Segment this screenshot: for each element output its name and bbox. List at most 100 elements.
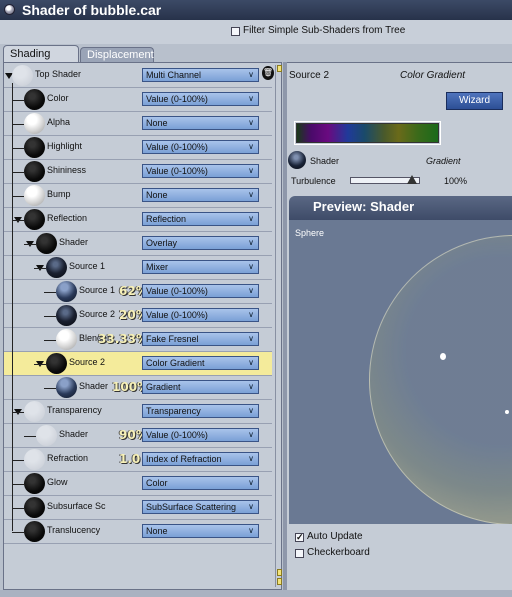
- dropdown-value: Value (0-100%): [146, 286, 208, 296]
- chevron-down-icon[interactable]: ∨: [246, 406, 256, 416]
- shader-type-dropdown[interactable]: Value (0-100%) ∨: [142, 92, 259, 106]
- tree-row[interactable]: Shader 100% Gradient ∨: [4, 376, 272, 400]
- shader-value[interactable]: Gradient: [426, 156, 461, 166]
- color-gradient-bar[interactable]: [296, 123, 439, 143]
- shader-type-dropdown[interactable]: Gradient ∨: [142, 380, 259, 394]
- chevron-down-icon[interactable]: ∨: [246, 358, 256, 368]
- tree-row[interactable]: Source 2 Color Gradient ∨: [4, 352, 272, 376]
- shader-ball-icon: [12, 65, 33, 86]
- shader-type-dropdown[interactable]: None ∨: [142, 116, 259, 130]
- chevron-down-icon[interactable]: ∨: [246, 478, 256, 488]
- shader-type-dropdown[interactable]: Multi Channel ∨: [142, 68, 259, 82]
- shader-ball-icon: [24, 473, 45, 494]
- tree-row-label: Color: [47, 93, 69, 103]
- tree-row[interactable]: Source 1 62% Value (0-100%) ∨: [4, 280, 272, 304]
- tree-row[interactable]: Top Shader Multi Channel ∨: [4, 64, 272, 88]
- chevron-down-icon[interactable]: ∨: [246, 286, 256, 296]
- tree-row[interactable]: Alpha None ∨: [4, 112, 272, 136]
- shader-type-dropdown[interactable]: Mixer ∨: [142, 260, 259, 274]
- preview-shape-label[interactable]: Sphere: [295, 228, 324, 238]
- shader-type-dropdown[interactable]: None ∨: [142, 524, 259, 538]
- chevron-down-icon[interactable]: ∨: [246, 334, 256, 344]
- scroll-end-arrow[interactable]: [277, 578, 282, 585]
- tree-row[interactable]: Shader 90% Value (0-100%) ∨: [4, 424, 272, 448]
- trash-icon[interactable]: 🗑: [262, 66, 274, 80]
- shader-type-dropdown[interactable]: Color ∨: [142, 476, 259, 490]
- tree-trunk-line: [12, 83, 13, 531]
- chevron-down-icon[interactable]: ∨: [246, 190, 256, 200]
- shader-type-dropdown[interactable]: None ∨: [142, 188, 259, 202]
- tree-row[interactable]: Source 2 20% Value (0-100%) ∨: [4, 304, 272, 328]
- chevron-down-icon[interactable]: ∨: [246, 70, 256, 80]
- shader-ball-icon: [24, 521, 45, 542]
- tree-row[interactable]: Color Value (0-100%) ∨: [4, 88, 272, 112]
- dropdown-value: Value (0-100%): [146, 310, 208, 320]
- tree-connector: [12, 172, 24, 173]
- shader-ball-icon: [24, 497, 45, 518]
- chevron-down-icon[interactable]: ∨: [246, 118, 256, 128]
- chevron-down-icon[interactable]: ∨: [246, 502, 256, 512]
- turbulence-value: 100%: [444, 176, 468, 186]
- chevron-down-icon[interactable]: ∨: [246, 454, 256, 464]
- chevron-down-icon[interactable]: ∨: [246, 262, 256, 272]
- shader-type-dropdown[interactable]: Color Gradient ∨: [142, 356, 259, 370]
- chevron-down-icon[interactable]: ∨: [246, 526, 256, 536]
- preview-area[interactable]: Sphere: [289, 220, 512, 524]
- shader-type-dropdown[interactable]: Value (0-100%) ∨: [142, 308, 259, 322]
- tree-row-label: Shader: [79, 381, 109, 391]
- shader-type-dropdown[interactable]: Transparency ∨: [142, 404, 259, 418]
- chevron-down-icon[interactable]: ∨: [246, 382, 256, 392]
- shader-ball-icon: [36, 233, 57, 254]
- shader-type-dropdown[interactable]: Index of Refraction ∨: [142, 452, 259, 466]
- tree-row[interactable]: Reflection Reflection ∨: [4, 208, 272, 232]
- tree-scrollbar[interactable]: [275, 65, 282, 587]
- window-menu-icon[interactable]: [4, 4, 15, 15]
- filter-simple-shaders-checkbox[interactable]: [231, 27, 240, 36]
- tab-displacement[interactable]: Displacement: [80, 47, 154, 63]
- shader-ball-icon: [46, 257, 67, 278]
- shader-type-dropdown[interactable]: Value (0-100%) ∨: [142, 140, 259, 154]
- shader-type-dropdown[interactable]: Fake Fresnel ∨: [142, 332, 259, 346]
- tree-row[interactable]: Blender 33.33% Fake Fresnel ∨: [4, 328, 272, 352]
- tree-connector: [12, 220, 24, 221]
- tree-row[interactable]: Source 1 Mixer ∨: [4, 256, 272, 280]
- tree-row[interactable]: Shader Overlay ∨: [4, 232, 272, 256]
- checkerboard-checkbox[interactable]: [295, 549, 304, 558]
- tree-row-label: Alpha: [47, 117, 71, 127]
- shader-type-dropdown[interactable]: Value (0-100%) ∨: [142, 428, 259, 442]
- wizard-button[interactable]: Wizard: [446, 92, 503, 110]
- dropdown-value: Value (0-100%): [146, 430, 208, 440]
- scroll-up-arrow[interactable]: [277, 65, 282, 72]
- tree-row[interactable]: Shininess Value (0-100%) ∨: [4, 160, 272, 184]
- dropdown-value: Value (0-100%): [146, 94, 208, 104]
- chevron-down-icon[interactable]: ∨: [246, 238, 256, 248]
- tree-row[interactable]: Bump None ∨: [4, 184, 272, 208]
- shader-ball-icon: [24, 185, 45, 206]
- shader-type-dropdown[interactable]: Overlay ∨: [142, 236, 259, 250]
- tree-connector: [12, 124, 24, 125]
- shader-type-dropdown[interactable]: Reflection ∨: [142, 212, 259, 226]
- tree-row[interactable]: Transparency Transparency ∨: [4, 400, 272, 424]
- tree-connector: [12, 148, 24, 149]
- tree-row[interactable]: Glow Color ∨: [4, 472, 272, 496]
- tree-row[interactable]: Subsurface Sc SubSurface Scattering ∨: [4, 496, 272, 520]
- tree-row[interactable]: Translucency None ∨: [4, 520, 272, 544]
- turbulence-slider-thumb[interactable]: [407, 175, 417, 184]
- chevron-down-icon[interactable]: ∨: [246, 430, 256, 440]
- chevron-down-icon[interactable]: ∨: [246, 94, 256, 104]
- auto-update-checkbox[interactable]: ✓: [295, 532, 304, 542]
- scroll-down-arrow[interactable]: [277, 569, 282, 576]
- tree-row[interactable]: Highlight Value (0-100%) ∨: [4, 136, 272, 160]
- chevron-down-icon[interactable]: ∨: [246, 142, 256, 152]
- chevron-down-icon[interactable]: ∨: [246, 214, 256, 224]
- tree-connector: [12, 412, 24, 413]
- shader-ball-icon: [288, 151, 306, 169]
- shader-type-dropdown[interactable]: Value (0-100%) ∨: [142, 284, 259, 298]
- shader-type-dropdown[interactable]: SubSurface Scattering ∨: [142, 500, 259, 514]
- tree-row[interactable]: Refraction 1.0 Index of Refraction ∨: [4, 448, 272, 472]
- chevron-down-icon[interactable]: ∨: [246, 310, 256, 320]
- tree-row-label: Source 1: [69, 261, 106, 271]
- tab-shading[interactable]: Shading: [3, 45, 79, 63]
- shader-type-dropdown[interactable]: Value (0-100%) ∨: [142, 164, 259, 178]
- chevron-down-icon[interactable]: ∨: [246, 166, 256, 176]
